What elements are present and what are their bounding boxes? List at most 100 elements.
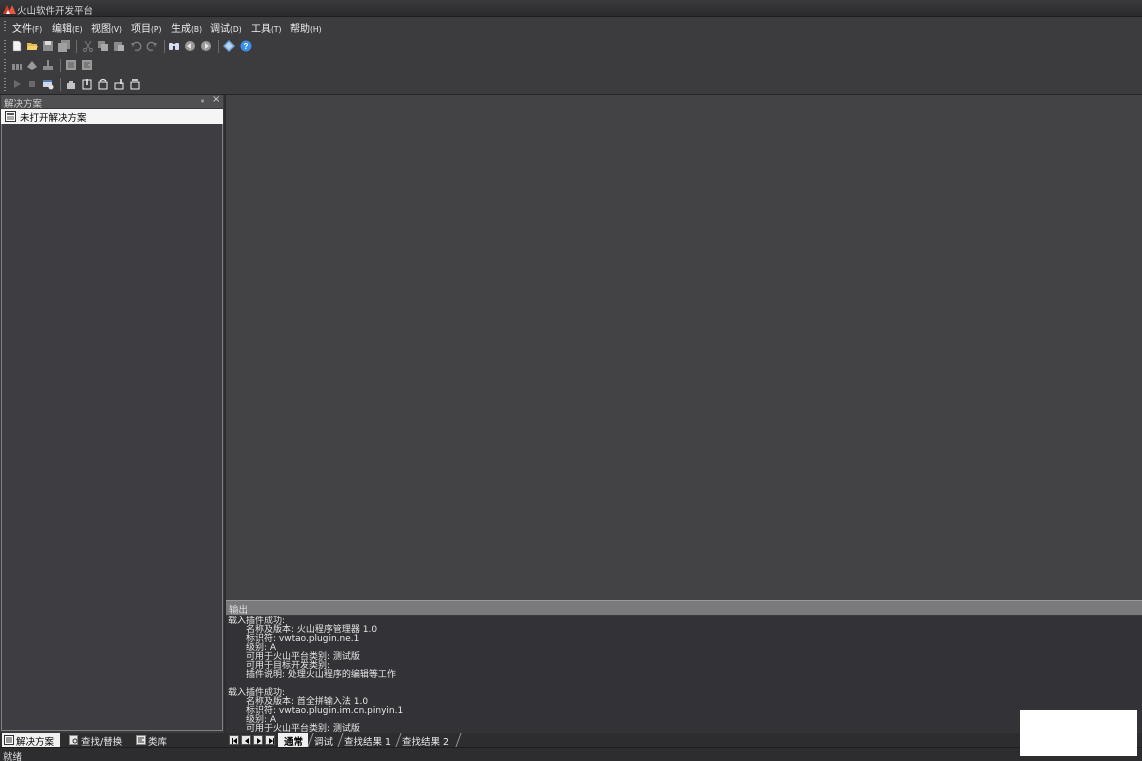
standard-toolbar: ? [0, 37, 1142, 56]
solution-tree-root-label: 未打开解决方案 [20, 113, 87, 124]
toolbar-grip[interactable] [4, 40, 6, 53]
menu-file[interactable]: 文件(F) [12, 20, 43, 35]
paste-icon[interactable] [113, 40, 125, 52]
toolbar-separator [60, 78, 61, 91]
step-over-icon[interactable] [97, 78, 109, 90]
clean-icon[interactable] [42, 59, 54, 71]
run-to-cursor-icon[interactable] [129, 78, 141, 90]
tab-find-results-2[interactable]: 查找结果 2 [396, 733, 462, 748]
pin-icon[interactable]: ᵩ [201, 95, 204, 104]
cut-icon[interactable] [82, 40, 94, 52]
menu-edit-label: 编辑 [52, 24, 72, 35]
new-file-icon[interactable] [11, 40, 23, 52]
menu-tools-accel: (T) [271, 25, 282, 34]
stop-icon[interactable] [26, 78, 38, 90]
build-icon[interactable] [11, 59, 23, 71]
solution-panel-header: 解决方案 ᵩ × [1, 94, 223, 110]
run-icon[interactable] [11, 78, 23, 90]
menu-help[interactable]: 帮助(H) [290, 20, 322, 35]
solution-icon [4, 735, 14, 745]
menu-help-label: 帮助 [290, 24, 310, 35]
menu-view[interactable]: 视图(V) [91, 20, 122, 35]
close-icon[interactable]: × [212, 94, 220, 105]
svg-text:?: ? [244, 42, 249, 51]
editor-area[interactable] [226, 95, 1142, 600]
tab-library-label: 类库 [148, 737, 168, 748]
status-bar: 就绪 [0, 747, 1142, 761]
solution-explorer-panel: 解决方案 ᵩ × 未打开解决方案 [0, 94, 224, 733]
toolbar-separator [60, 59, 61, 72]
rebuild-icon[interactable] [26, 59, 38, 71]
tab-find-results-2-label: 查找结果 2 [402, 737, 450, 748]
uncomment-icon[interactable] [81, 59, 93, 71]
left-panel-tabs: 解决方案 查找/替换 类库 [0, 733, 224, 748]
build-toolbar [0, 56, 1142, 75]
tab-find-results-1-label: 查找结果 1 [344, 737, 392, 748]
first-tab-button[interactable] [229, 735, 239, 745]
menu-project-accel: (P) [151, 25, 162, 34]
tab-find-results-1[interactable]: 查找结果 1 [338, 733, 402, 748]
library-icon [136, 735, 146, 745]
menu-edit[interactable]: 编辑(E) [52, 20, 83, 35]
menu-debug[interactable]: 调试(D) [210, 20, 242, 35]
navigate-forward-icon[interactable] [200, 40, 212, 52]
tab-output-debug[interactable]: 调试 [308, 733, 344, 748]
overlay-box [1020, 710, 1137, 756]
save-icon[interactable] [42, 40, 54, 52]
output-text-area[interactable]: 载入插件成功: 名称及版本: 火山程序管理器 1.0 标识符: vwtao.plug… [226, 616, 1142, 733]
menu-file-label: 文件 [12, 24, 32, 35]
menu-debug-accel: (D) [230, 25, 242, 34]
debug-toolbar [0, 75, 1142, 94]
toolbar-grip[interactable] [4, 78, 6, 91]
output-panel-title: 输出 [229, 605, 249, 616]
menu-project[interactable]: 项目(P) [131, 20, 162, 35]
copy-icon[interactable] [97, 40, 109, 52]
undo-icon[interactable] [130, 40, 142, 52]
tab-solution[interactable]: 解决方案 [2, 733, 60, 748]
toolbar-grip[interactable] [4, 59, 6, 72]
step-out-icon[interactable] [113, 78, 125, 90]
output-line: 插件说明: 处理火山程序的编辑等工作 [246, 670, 396, 680]
debug-window-icon[interactable] [42, 78, 54, 90]
open-folder-icon[interactable] [26, 40, 38, 52]
save-all-icon[interactable] [58, 40, 70, 52]
menu-tools[interactable]: 工具(T) [251, 20, 282, 35]
find-icon[interactable] [168, 40, 180, 52]
tab-find-replace[interactable]: 查找/替换 [67, 733, 127, 748]
find-replace-icon [69, 735, 78, 745]
tab-output-general[interactable]: 通常 [278, 733, 314, 748]
menu-view-accel: (V) [111, 25, 122, 34]
toolbar-separator [218, 40, 219, 53]
menu-file-accel: (F) [32, 25, 43, 34]
prev-tab-button[interactable] [241, 735, 251, 745]
menu-help-accel: (H) [310, 25, 322, 34]
output-panel: 输出 载入插件成功: 名称及版本: 火山程序管理器 1.0 标识符: vwtao.p… [226, 600, 1142, 733]
comment-icon[interactable] [65, 59, 77, 71]
menu-build-label: 生成 [171, 24, 191, 35]
menu-edit-accel: (E) [72, 25, 83, 34]
menu-view-label: 视图 [91, 24, 111, 35]
menu-grip[interactable] [4, 21, 6, 33]
output-panel-header: 输出 [226, 600, 1142, 616]
output-line: 可用于火山平台类别: 测试版 [246, 724, 360, 734]
help-icon[interactable]: ? [240, 40, 252, 52]
output-panel-tabs: 通常 调试 查找结果 1 查找结果 2 [226, 733, 1142, 748]
menu-project-label: 项目 [131, 24, 151, 35]
tab-output-debug-label: 调试 [314, 737, 334, 748]
last-tab-button[interactable] [265, 735, 275, 745]
app-logo-icon [3, 5, 16, 14]
menu-build[interactable]: 生成(B) [171, 20, 202, 35]
tab-library[interactable]: 类库 [134, 733, 174, 748]
next-tab-button[interactable] [253, 735, 263, 745]
redo-icon[interactable] [146, 40, 158, 52]
solution-tree-root-item[interactable]: 未打开解决方案 [1, 109, 223, 124]
plugin-icon[interactable] [223, 40, 235, 52]
menu-tools-label: 工具 [251, 24, 271, 35]
solution-tree[interactable] [1, 124, 223, 731]
tab-output-general-label: 通常 [284, 737, 304, 748]
breakpoint-icon[interactable] [65, 78, 77, 90]
step-into-icon[interactable] [81, 78, 93, 90]
navigate-back-icon[interactable] [184, 40, 196, 52]
toolbar-separator [76, 40, 77, 53]
tab-find-replace-label: 查找/替换 [81, 737, 123, 748]
